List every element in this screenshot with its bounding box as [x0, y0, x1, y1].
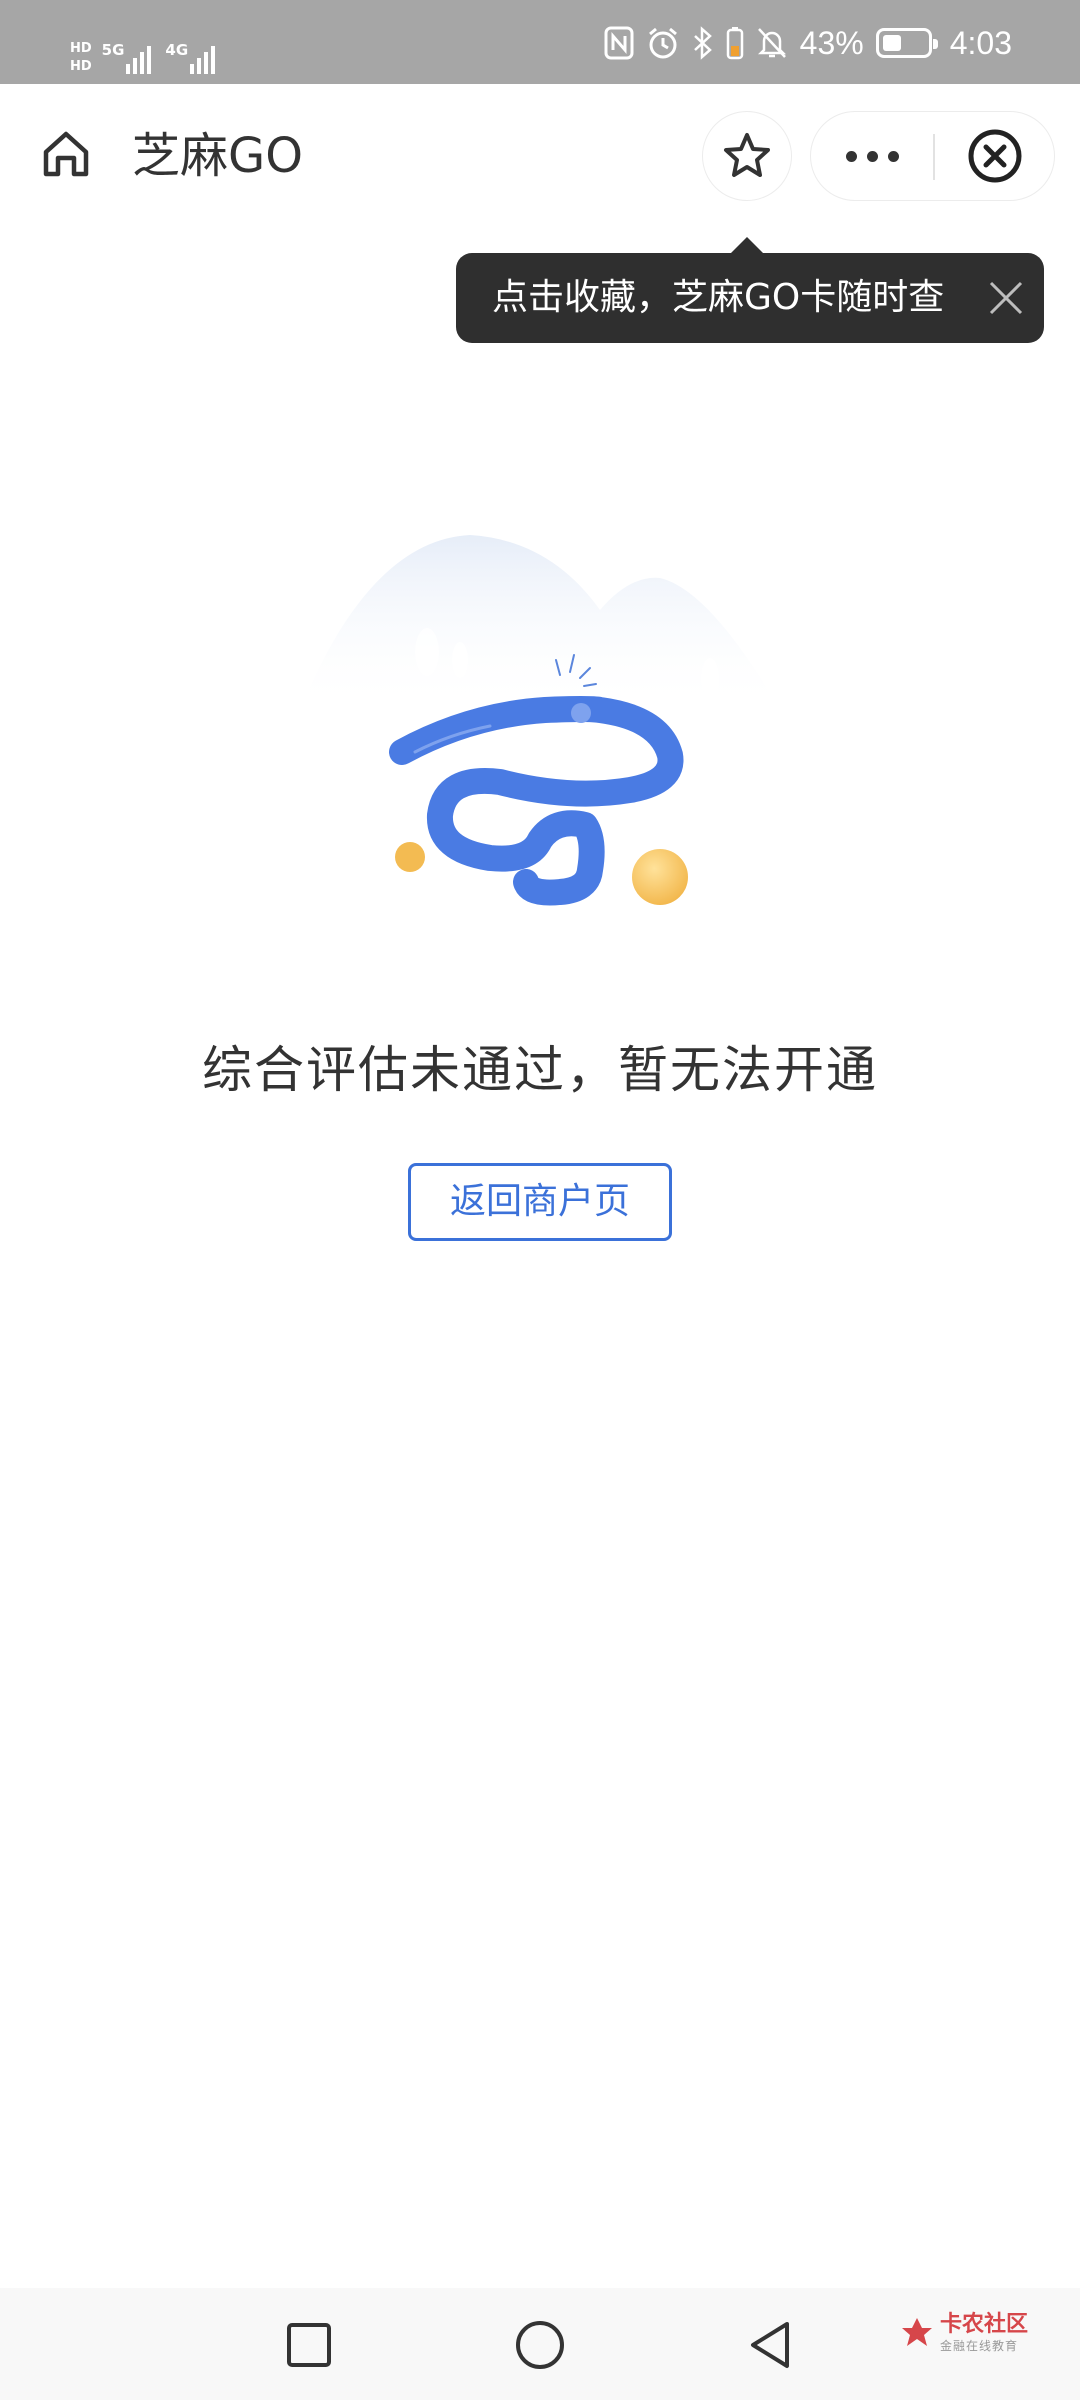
battery-percent: 43% [799, 24, 864, 61]
more-icon-dot [887, 150, 899, 162]
close-mini-app-button[interactable] [935, 112, 1055, 200]
back-nav-button[interactable] [735, 2310, 805, 2380]
hd-badges: HD HD [70, 42, 92, 74]
alarm-icon [646, 22, 680, 64]
watermark: 卡农社区 金融在线教育 [900, 2312, 1028, 2354]
back-triangle-icon [751, 2322, 789, 2368]
status-bar: HD HD 5G 4G 43% 4:03 [0, 0, 1080, 84]
star-icon [724, 133, 770, 177]
watermark-subtitle: 金融在线教育 [940, 2339, 1019, 2353]
result-message: 综合评估未通过，暂无法开通 [202, 1041, 878, 1099]
mini-app-capsule [810, 111, 1055, 201]
tooltip-text: 点击收藏，芝麻GO卡随时查 [492, 277, 945, 318]
hd-badge: HD [70, 59, 92, 74]
network-label: 5G [101, 41, 125, 59]
home-icon [43, 131, 89, 177]
close-icon [989, 281, 1023, 315]
page-title: 芝麻GO [132, 128, 303, 184]
hd-badge: HD [70, 41, 92, 56]
bluetooth-icon [692, 22, 714, 64]
illustration-graphic [300, 535, 780, 906]
more-icon-dot [866, 150, 878, 162]
watermark-title: 卡农社区 [940, 2312, 1029, 2337]
signal-group: HD HD 5G 4G [70, 28, 216, 74]
circle-icon [516, 2321, 564, 2369]
home-button[interactable] [36, 124, 96, 184]
favorite-tooltip: 点击收藏，芝麻GO卡随时查 [456, 237, 1044, 343]
battery-icon [875, 28, 938, 58]
mini-app-header: 芝麻GO [0, 84, 1080, 226]
more-icon-dot [845, 150, 857, 162]
favorite-button[interactable] [702, 111, 792, 201]
more-button[interactable] [811, 112, 933, 200]
recent-apps-button[interactable] [274, 2310, 344, 2380]
signal-bars-icon [126, 42, 152, 74]
status-icons: 43% 4:03 [604, 22, 1012, 64]
clock: 4:03 [949, 24, 1012, 61]
close-circle-icon [968, 129, 1022, 183]
network-4g: 4G [165, 41, 216, 74]
mute-icon [756, 22, 788, 64]
battery-small-icon [726, 22, 744, 64]
watermark-logo-icon [902, 2318, 932, 2346]
square-icon [287, 2323, 331, 2367]
network-5g: 5G [102, 42, 152, 74]
tooltip-close-button[interactable] [982, 274, 1030, 322]
empty-state-illustration [290, 520, 800, 920]
watermark-text: 卡农社区 金融在线教育 [940, 2312, 1028, 2354]
signal-bars-icon [190, 42, 216, 74]
back-to-merchant-button[interactable]: 返回商户页 [408, 1163, 672, 1241]
home-nav-button[interactable] [505, 2310, 575, 2380]
network-label: 4G [165, 41, 189, 59]
system-nav-bar: 卡农社区 金融在线教育 [0, 2288, 1080, 2400]
nfc-icon [604, 22, 634, 64]
